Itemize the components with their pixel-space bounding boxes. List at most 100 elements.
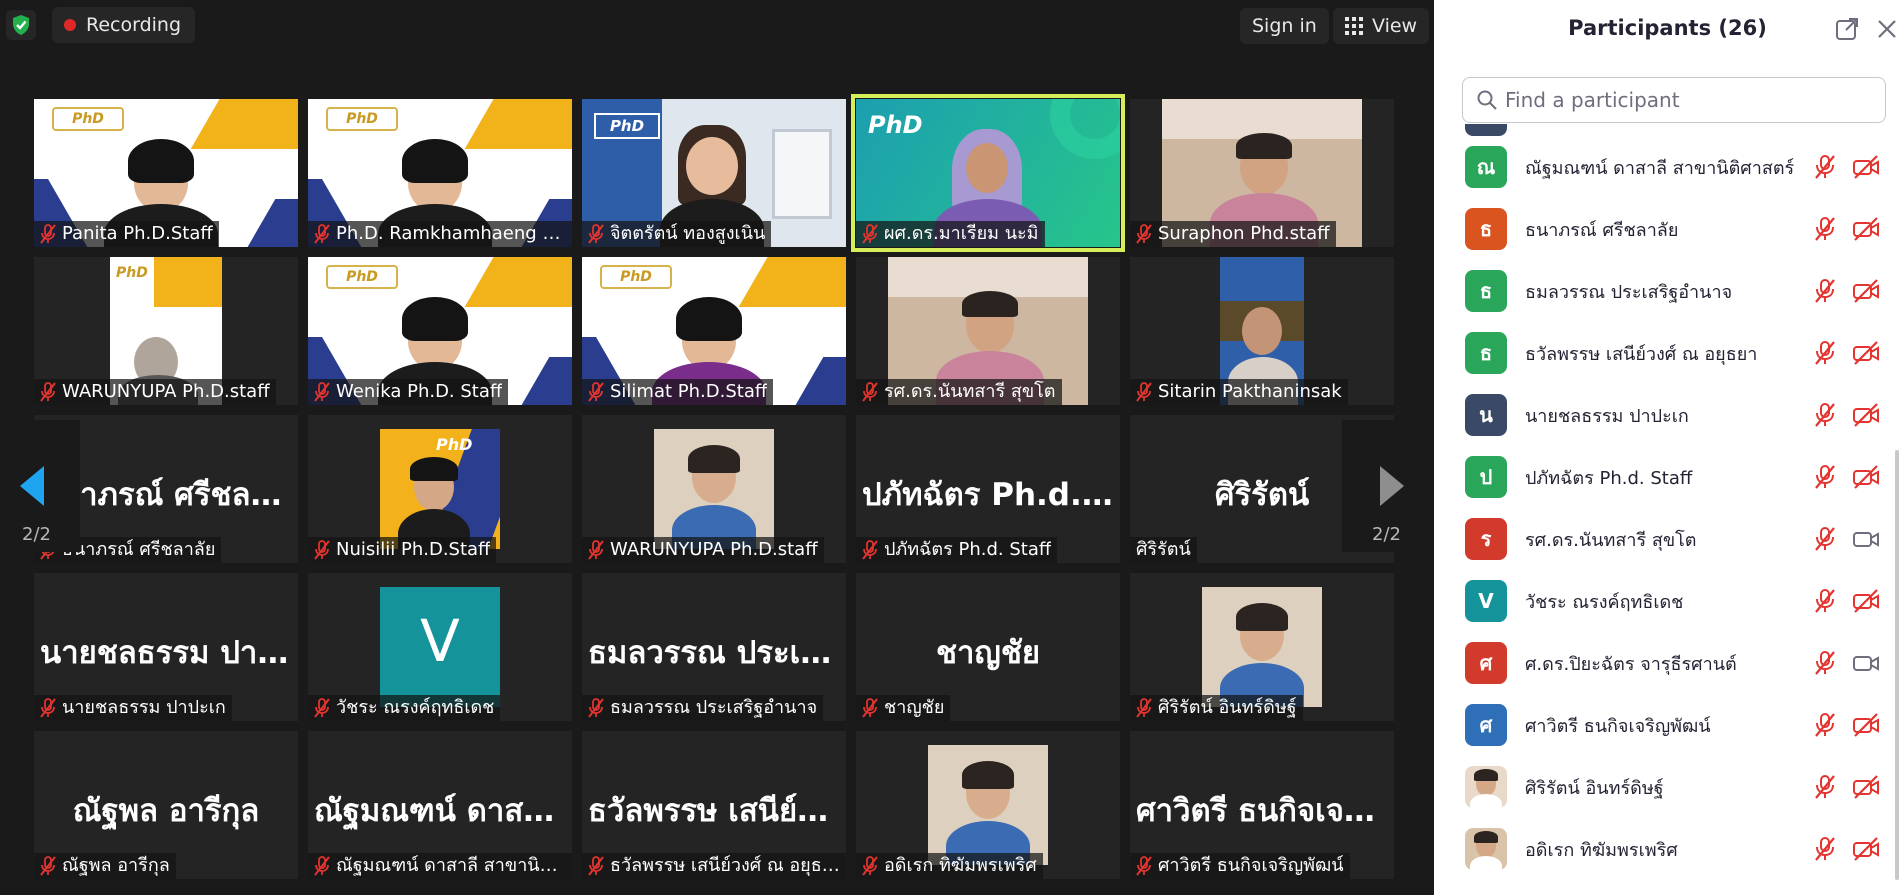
video-tile[interactable]: PhD Nuisilii Ph.D.Staff: [308, 415, 572, 563]
muted-mic-icon[interactable]: [1814, 712, 1836, 738]
tile-name-text: อดิเรก ทิฆัมพรเพริศ: [884, 855, 1037, 876]
camera-off-icon[interactable]: [1852, 774, 1880, 800]
tile-name-text: ศาวิตรี ธนกิจเจริญพัฒน์: [1158, 855, 1344, 876]
video-tile[interactable]: PhD Panita Ph.D.Staff: [34, 99, 298, 247]
participant-name: วัชระ ณรงค์ฤทธิเดช: [1525, 591, 1684, 613]
muted-mic-icon[interactable]: [1814, 526, 1836, 552]
camera-off-icon[interactable]: [1852, 402, 1880, 428]
avatar: น: [1465, 394, 1507, 436]
video-tile[interactable]: Suraphon Phd.staff: [1130, 99, 1394, 247]
avatar: ศ: [1465, 642, 1507, 684]
tile-name-label: จิตตรัตน์ ทองสูงเนิน: [582, 221, 772, 247]
participant-row[interactable]: ณ ณัฐมณฑน์ ดาสาลี สาขานิติศาสตร์: [1434, 136, 1901, 198]
video-tile[interactable]: PhD Wenika Ph.D. Staff: [308, 257, 572, 405]
sign-in-button[interactable]: Sign in: [1240, 8, 1329, 44]
encryption-shield-icon[interactable]: [6, 10, 36, 40]
video-tile[interactable]: ธมลวรรณ ประเส... ธมลวรรณ ประเสริฐอำนาจ: [582, 573, 846, 721]
tile-name-text: ผศ.ดร.มาเรียม นะมิ: [884, 223, 1039, 244]
camera-off-icon[interactable]: [1852, 836, 1880, 862]
tile-name-text: Panita Ph.D.Staff: [62, 223, 213, 244]
muted-mic-icon[interactable]: [1814, 402, 1836, 428]
muted-mic-icon[interactable]: [1814, 464, 1836, 490]
participant-row[interactable]: ศ ศ.ดร.ปิยะฉัตร จารุธีรศานต์: [1434, 632, 1901, 694]
top-toolbar: Recording Sign in View: [0, 0, 1434, 52]
participant-row[interactable]: V วัชระ ณรงค์ฤทธิเดช: [1434, 570, 1901, 632]
video-tile[interactable]: Sitarin Pakthaninsak: [1130, 257, 1394, 405]
recording-indicator[interactable]: Recording: [52, 7, 196, 43]
video-tile[interactable]: ปภัทฉัตร Ph.d. S... ปภัทฉัตร Ph.d. Staff: [856, 415, 1120, 563]
tile-name-text: WARUNYUPA Ph.D.staff: [610, 539, 818, 560]
view-button[interactable]: View: [1333, 8, 1430, 44]
participant-list-scrollbar[interactable]: [1895, 450, 1899, 880]
muted-mic-icon[interactable]: [1814, 154, 1836, 180]
video-tile[interactable]: ชาญชัย ชาญชัย: [856, 573, 1120, 721]
tile-display-name: ธวัลพรรษ เสนีย์ว...: [588, 793, 846, 829]
muted-mic-icon: [314, 540, 330, 560]
video-tile[interactable]: รศ.ดร.นันทสารี สุขโต: [856, 257, 1120, 405]
avatar: ณ: [1465, 146, 1507, 188]
camera-off-icon[interactable]: [1852, 340, 1880, 366]
tile-name-text: นายชลธรรม ปาปะเก: [62, 697, 226, 718]
muted-mic-icon[interactable]: [1814, 216, 1836, 242]
tile-name-label: ณัฐพล อารีกุล: [34, 853, 176, 879]
participant-row[interactable]: ธ ธนาภรณ์ ศรีชลาลัย: [1434, 198, 1901, 260]
muted-mic-icon[interactable]: [1814, 774, 1836, 800]
video-tile[interactable]: PhD Ph.D. Ramkhamhaeng Un...: [308, 99, 572, 247]
video-tile[interactable]: PhD WARUNYUPA Ph.D.staff: [34, 257, 298, 405]
participant-row[interactable]: ศิริรัตน์ อินทร์ดิษฐ์: [1434, 756, 1901, 818]
camera-off-icon[interactable]: [1852, 278, 1880, 304]
camera-off-icon[interactable]: [1852, 154, 1880, 180]
avatar: [1465, 124, 1507, 136]
close-icon[interactable]: [1874, 16, 1900, 42]
video-tile[interactable]: PhD ผศ.ดร.มาเรียม นะมิ: [851, 94, 1125, 252]
tile-name-label: รศ.ดร.นันทสารี สุขโต: [856, 379, 1062, 405]
muted-mic-icon: [40, 382, 56, 402]
arrow-left-icon: [20, 466, 44, 506]
video-tile[interactable]: อดิเรก ทิฆัมพรเพริศ: [856, 731, 1120, 879]
video-tile[interactable]: PhD จิตตรัตน์ ทองสูงเนิน: [582, 99, 846, 247]
video-tile[interactable]: ธวัลพรรษ เสนีย์ว... ธวัลพรรษ เสนีย์วงศ์ ณ…: [582, 731, 846, 879]
camera-icon[interactable]: [1852, 650, 1880, 676]
video-tile[interactable]: ณัฐพล อารีกุล ณัฐพล อารีกุล: [34, 731, 298, 879]
muted-mic-icon[interactable]: [1814, 588, 1836, 614]
avatar: ร: [1465, 518, 1507, 560]
tile-name-text: จิตตรัตน์ ทองสูงเนิน: [610, 223, 766, 244]
video-tile[interactable]: PhD Silimat Ph.D.Staff: [582, 257, 846, 405]
participant-row[interactable]: ธ ธวัลพรรษ เสนีย์วงศ์ ณ อยุธยา: [1434, 322, 1901, 384]
video-tile[interactable]: ศาวิตรี ธนกิจเจริ... ศาวิตรี ธนกิจเจริญพั…: [1130, 731, 1394, 879]
muted-mic-icon: [588, 540, 604, 560]
camera-off-icon[interactable]: [1852, 216, 1880, 242]
video-tile[interactable]: WARUNYUPA Ph.D.staff: [582, 415, 846, 563]
participant-row[interactable]: อดิเรก ทิฆัมพรเพริศ: [1434, 818, 1901, 880]
muted-mic-icon[interactable]: [1814, 340, 1836, 366]
muted-mic-icon: [1136, 856, 1152, 876]
search-icon: [1477, 90, 1497, 110]
tile-name-text: Sitarin Pakthaninsak: [1158, 381, 1342, 402]
previous-page-button[interactable]: 2/2: [0, 420, 80, 552]
muted-mic-icon[interactable]: [1814, 278, 1836, 304]
camera-off-icon[interactable]: [1852, 712, 1880, 738]
participant-search[interactable]: [1462, 77, 1886, 123]
tile-name-text: ศิริรัตน์: [1136, 539, 1191, 560]
participant-row[interactable]: น นายชลธรรม ปาปะเก: [1434, 384, 1901, 446]
camera-icon[interactable]: [1852, 526, 1880, 552]
participant-row[interactable]: ร รศ.ดร.นันทสารี สุขโต: [1434, 508, 1901, 570]
video-tile[interactable]: V วัชระ ณรงค์ฤทธิเดช: [308, 573, 572, 721]
tile-name-label: ผศ.ดร.มาเรียม นะมิ: [856, 221, 1045, 247]
pop-out-icon[interactable]: [1834, 16, 1860, 42]
video-tile[interactable]: ศิริรัตน์ อินทร์ดิษฐ์: [1130, 573, 1394, 721]
muted-mic-icon: [588, 382, 604, 402]
video-tile[interactable]: ณัฐมณฑน์ ดาสาลี... ณัฐมณฑน์ ดาสาลี สาขานิ…: [308, 731, 572, 879]
camera-off-icon[interactable]: [1852, 588, 1880, 614]
next-page-button[interactable]: 2/2: [1342, 420, 1422, 552]
muted-mic-icon[interactable]: [1814, 650, 1836, 676]
search-input[interactable]: [1505, 88, 1865, 112]
avatar: ธ: [1465, 332, 1507, 374]
participant-row[interactable]: ป ปภัทฉัตร Ph.d. Staff: [1434, 446, 1901, 508]
participant-row[interactable]: ธ ธมลวรรณ ประเสริฐอำนาจ: [1434, 260, 1901, 322]
video-tile[interactable]: นายชลธรรม ปาป.... นายชลธรรม ปาปะเก: [34, 573, 298, 721]
muted-mic-icon[interactable]: [1814, 836, 1836, 862]
participant-row[interactable]: ศ ศาวิตรี ธนกิจเจริญพัฒน์: [1434, 694, 1901, 756]
tile-name-text: ณัฐพล อารีกุล: [62, 855, 170, 876]
camera-off-icon[interactable]: [1852, 464, 1880, 490]
